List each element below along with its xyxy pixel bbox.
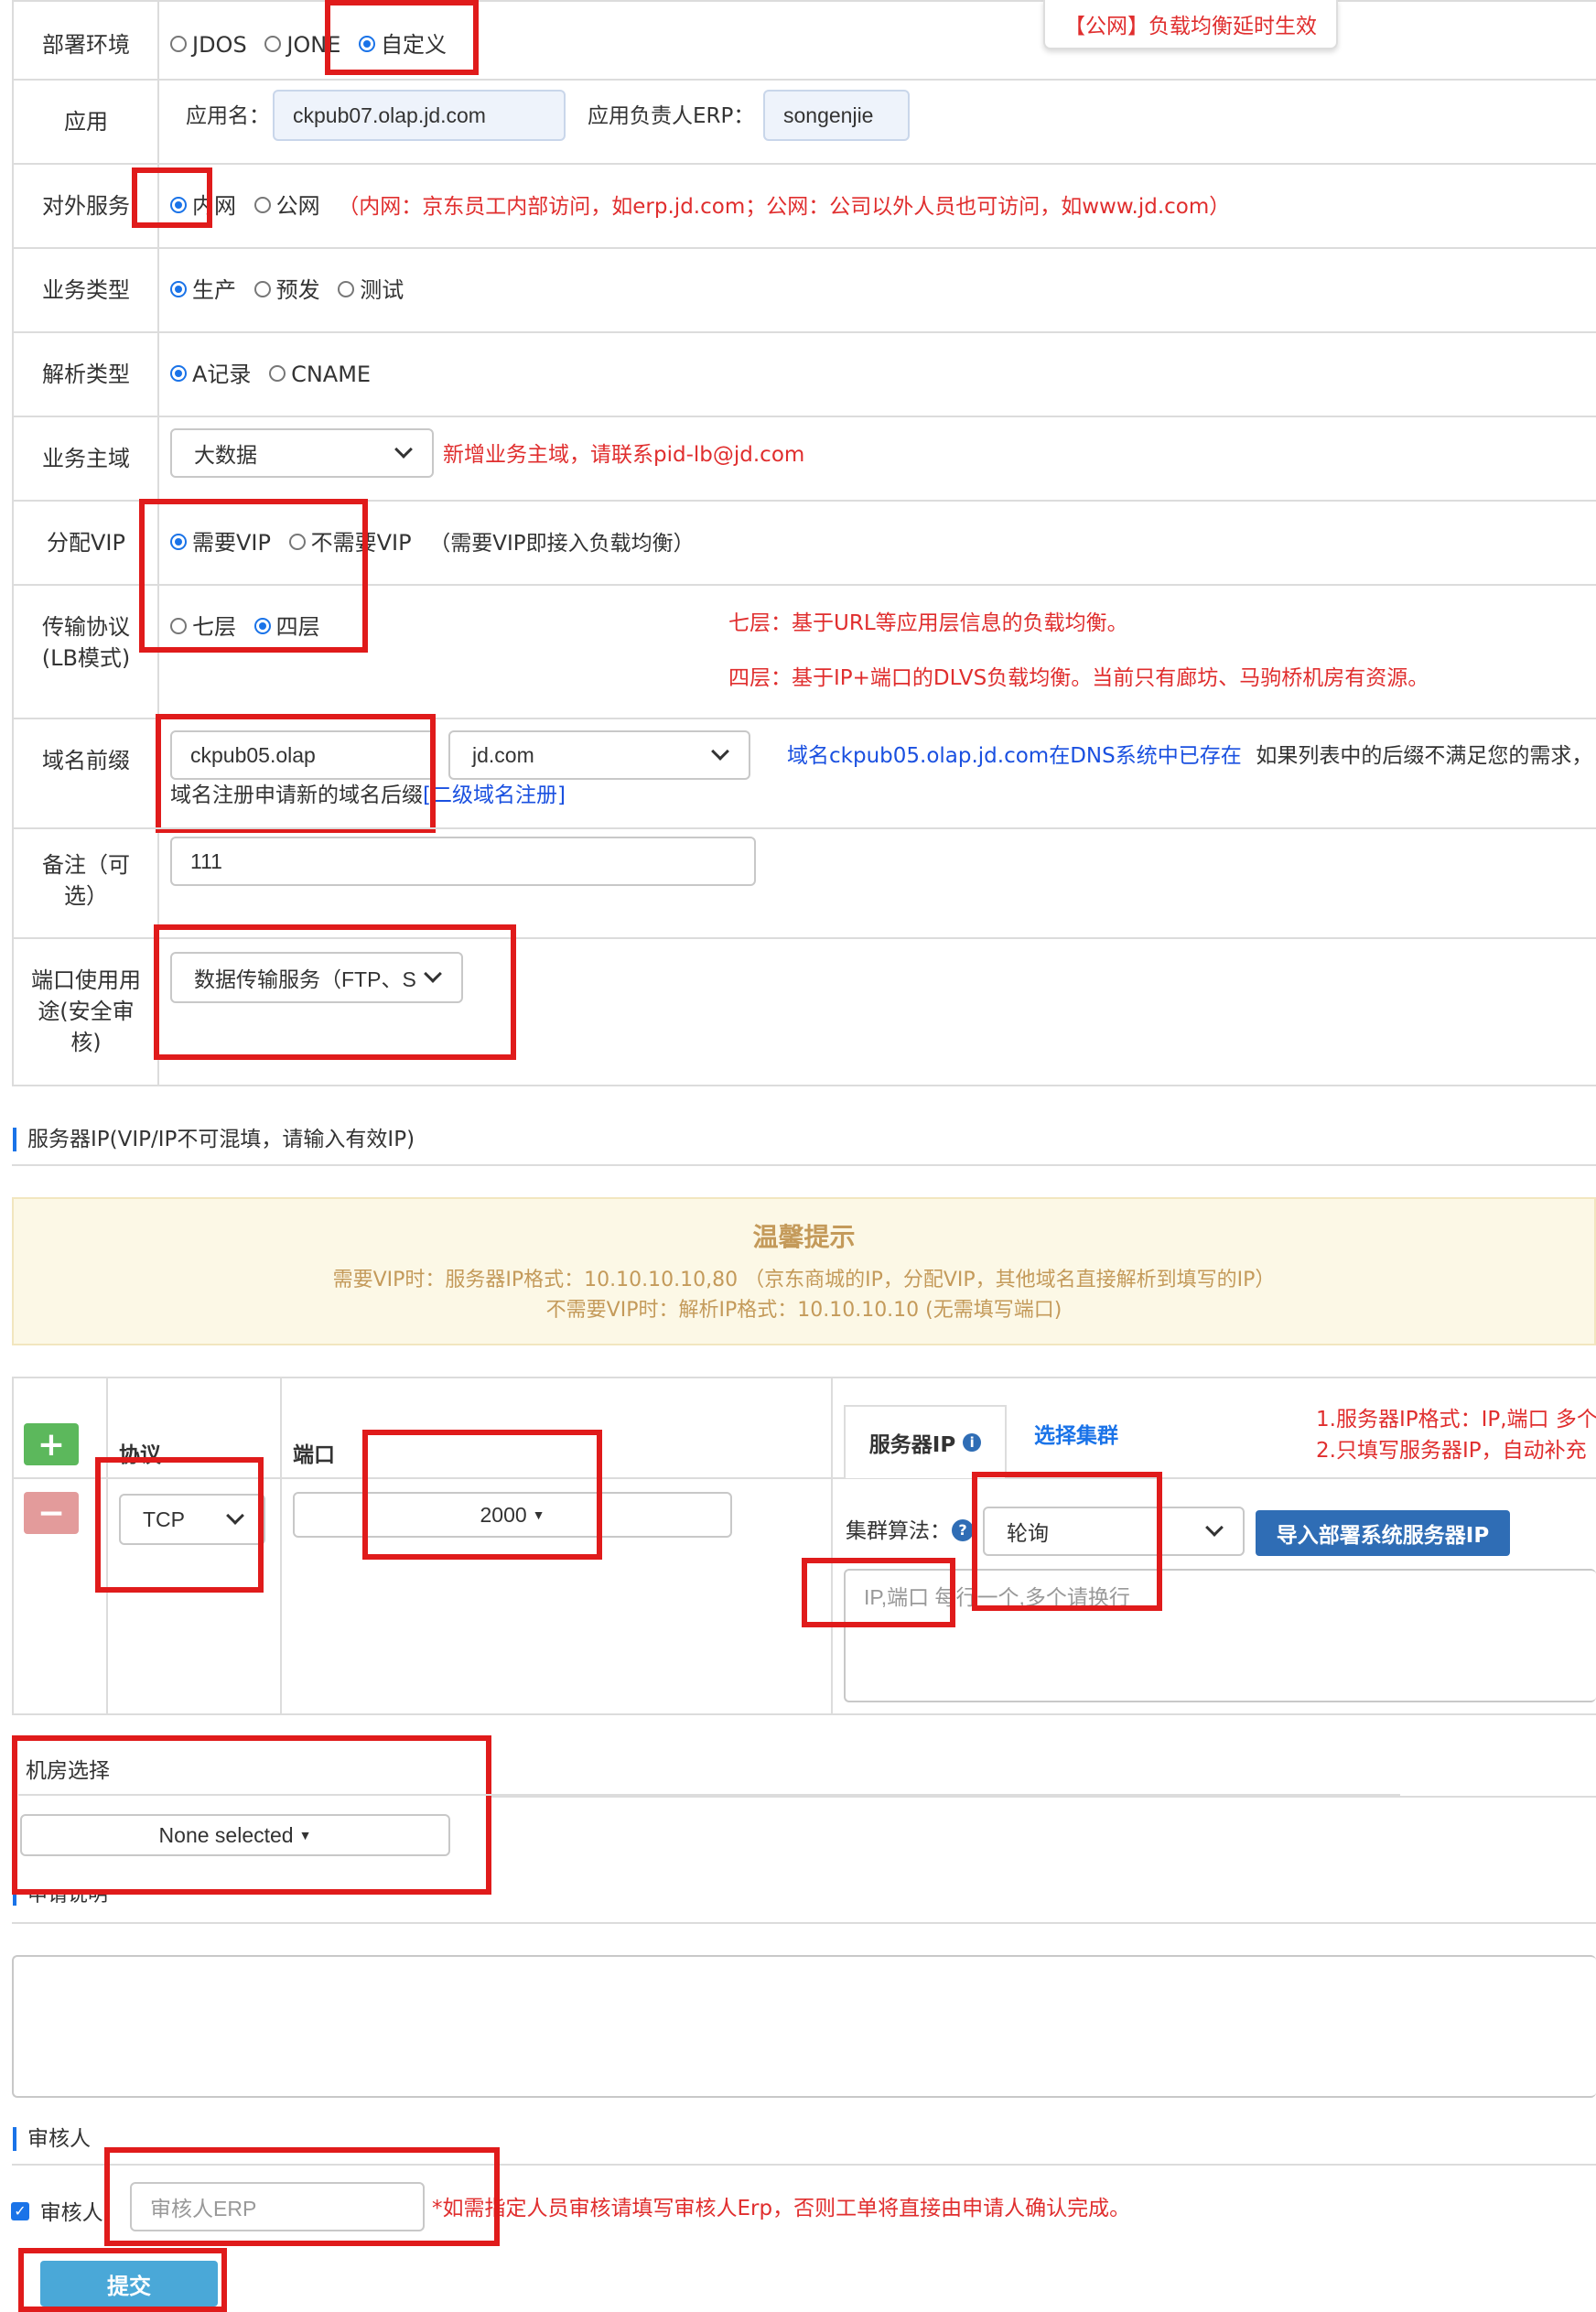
notice-tooltip-text: 【公网】负载均衡延时生效 bbox=[1064, 15, 1317, 38]
reviewer-hint: *如需指定人员审核请填写审核人Erp，否则工单将直接由申请人确认完成。 bbox=[432, 2197, 1131, 2220]
app-owner-label: 应用负责人ERP： bbox=[588, 104, 755, 128]
radio-a-record[interactable]: A记录 bbox=[170, 362, 262, 387]
reviewer-checkbox-label: 审核人 bbox=[39, 2201, 103, 2225]
tab-select-cluster[interactable]: 选择集群 bbox=[1034, 1421, 1118, 1452]
remark-label: 备注（可 选） bbox=[42, 852, 130, 909]
caret-down-icon: ▼ bbox=[298, 1828, 312, 1842]
server-note-2: 2.只填写服务器IP，自动补充 bbox=[1316, 1439, 1587, 1463]
help-icon[interactable]: ? bbox=[952, 1519, 974, 1541]
highlight-box bbox=[325, 0, 479, 75]
radio-cname[interactable]: CNAME bbox=[269, 362, 382, 387]
resolve-type-label: 解析类型 bbox=[42, 362, 130, 387]
highlight-box bbox=[156, 714, 436, 833]
reviewer-checkbox[interactable]: ✓ 审核人 bbox=[11, 2197, 103, 2229]
domain-register-link[interactable]: [二级域名注册] bbox=[423, 783, 566, 807]
radio-selected-icon bbox=[170, 365, 187, 382]
app-name-label: 应用名： bbox=[186, 104, 270, 128]
chevron-down-icon bbox=[1205, 1518, 1224, 1537]
radio-icon bbox=[170, 36, 187, 52]
domain-suffix-value: jd.com bbox=[472, 742, 534, 767]
tips-line2: 不需要VIP时：解析IP格式：10.10.10.10 (无需填写端口) bbox=[545, 1299, 1062, 1322]
checkbox-checked-icon: ✓ bbox=[11, 2202, 29, 2220]
server-note-1: 1.服务器IP格式：IP,端口 多个 bbox=[1316, 1408, 1596, 1431]
domain-suffix-hint: 如果列表中的后缀不满足您的需求， bbox=[1256, 744, 1593, 768]
add-row-button[interactable]: + bbox=[24, 1423, 79, 1465]
cluster-algo-label: 集群算法： bbox=[846, 1519, 951, 1543]
reviewer-section-title: 审核人 bbox=[13, 2127, 91, 2151]
app-label: 应用 bbox=[64, 109, 108, 135]
tips-box: 温馨提示 需要VIP时：服务器IP格式：10.10.10.10,80 （京东商城… bbox=[12, 1197, 1596, 1345]
business-domain-select[interactable]: 大数据 bbox=[170, 428, 434, 478]
assign-vip-note: （需要VIP即接入负载均衡） bbox=[429, 532, 695, 556]
radio-internet[interactable]: 公网 bbox=[253, 193, 331, 219]
apply-desc-textarea[interactable] bbox=[12, 1955, 1596, 2098]
info-icon: i bbox=[963, 1433, 982, 1452]
transport-hint-l7: 七层：基于URL等应用层信息的负载均衡。 bbox=[728, 611, 1128, 635]
business-type-label: 业务类型 bbox=[42, 277, 130, 303]
notice-tooltip: 【公网】负载均衡延时生效 bbox=[1043, 0, 1338, 49]
datacenter-dropdown-overlay[interactable]: None selected ▼ bbox=[20, 1814, 450, 1856]
highlight-box bbox=[139, 499, 368, 653]
highlight-box bbox=[104, 2147, 500, 2246]
transport-label: 传输协议 (LB模式) bbox=[41, 614, 131, 671]
datacenter-label-overlay: 机房选择 bbox=[26, 1759, 110, 1783]
assign-vip-label: 分配VIP bbox=[47, 530, 125, 556]
domain-exists-line: 域名ckpub05.olap.jd.com在DNS系统中已存在 如果列表中的后缀… bbox=[787, 740, 1592, 772]
external-service-hint: （内网：京东员工内部访问，如erp.jd.com；公网：公司以外人员也可访问，如… bbox=[338, 195, 1231, 219]
external-service-options: 内网 公网 （内网：京东员工内部访问，如erp.jd.com；公网：公司以外人员… bbox=[170, 190, 1230, 222]
radio-prerelease[interactable]: 预发 bbox=[253, 277, 331, 303]
radio-test[interactable]: 测试 bbox=[338, 277, 415, 303]
highlight-box bbox=[95, 1457, 264, 1593]
server-ip-section-title: 服务器IP(VIP/IP不可混填，请输入有效IP) bbox=[13, 1128, 415, 1151]
radio-production[interactable]: 生产 bbox=[170, 277, 247, 303]
remark-input[interactable]: 111 bbox=[170, 837, 756, 886]
domain-prefix-label: 域名前缀 bbox=[42, 748, 130, 773]
domain-exists-msg: 域名ckpub05.olap.jd.com在DNS系统中已存在 bbox=[787, 744, 1242, 768]
radio-jdos[interactable]: JDOS bbox=[170, 32, 258, 58]
deploy-env-label: 部署环境 bbox=[42, 32, 130, 58]
remove-row-button[interactable]: − bbox=[24, 1492, 79, 1534]
app-name-input[interactable]: ckpub07.olap.jd.com bbox=[273, 90, 566, 141]
tips-line1: 需要VIP时：服务器IP格式：10.10.10.10,80 （京东商城的IP，分… bbox=[332, 1269, 1276, 1291]
tips-title: 温馨提示 bbox=[752, 1222, 856, 1252]
business-type-options: 生产 预发 测试 bbox=[170, 275, 415, 306]
import-servers-button[interactable]: 导入部署系统服务器IP bbox=[1256, 1510, 1510, 1556]
plus-icon: + bbox=[37, 1425, 66, 1464]
highlight-box bbox=[972, 1472, 1162, 1611]
radio-icon bbox=[253, 281, 271, 297]
port-header: 端口 bbox=[293, 1443, 335, 1467]
business-domain-value: 大数据 bbox=[194, 443, 257, 467]
highlight-box bbox=[18, 2248, 227, 2312]
business-domain-label: 业务主域 bbox=[42, 446, 130, 471]
radio-icon bbox=[253, 197, 271, 213]
radio-icon bbox=[338, 281, 355, 297]
chevron-down-icon bbox=[394, 440, 413, 459]
port-usage-label: 端口使用用 途(安全审 核) bbox=[31, 967, 141, 1055]
minus-icon: − bbox=[37, 1494, 66, 1532]
highlight-box bbox=[802, 1558, 955, 1627]
chevron-down-icon bbox=[711, 742, 729, 761]
domain-suffix-select[interactable]: jd.com bbox=[448, 730, 750, 780]
app-owner-input[interactable]: songenjie bbox=[763, 90, 910, 141]
highlight-box bbox=[132, 167, 212, 228]
highlight-box bbox=[154, 924, 516, 1060]
transport-hint-l4: 四层：基于IP+端口的DLVS负载均衡。当前只有廊坊、马驹桥机房有资源。 bbox=[728, 666, 1429, 690]
radio-selected-icon bbox=[170, 281, 187, 297]
tab-server-ip[interactable]: 服务器IP i bbox=[844, 1405, 1007, 1478]
resolve-type-options: A记录 CNAME bbox=[170, 359, 382, 390]
highlight-box bbox=[362, 1430, 602, 1560]
server-ip-textarea[interactable]: IP,端口 每行一个,多个请换行 bbox=[844, 1569, 1596, 1702]
radio-icon bbox=[269, 365, 286, 382]
business-domain-hint: 新增业务主域，请联系pid-lb@jd.com bbox=[443, 443, 805, 467]
radio-icon bbox=[264, 36, 282, 52]
